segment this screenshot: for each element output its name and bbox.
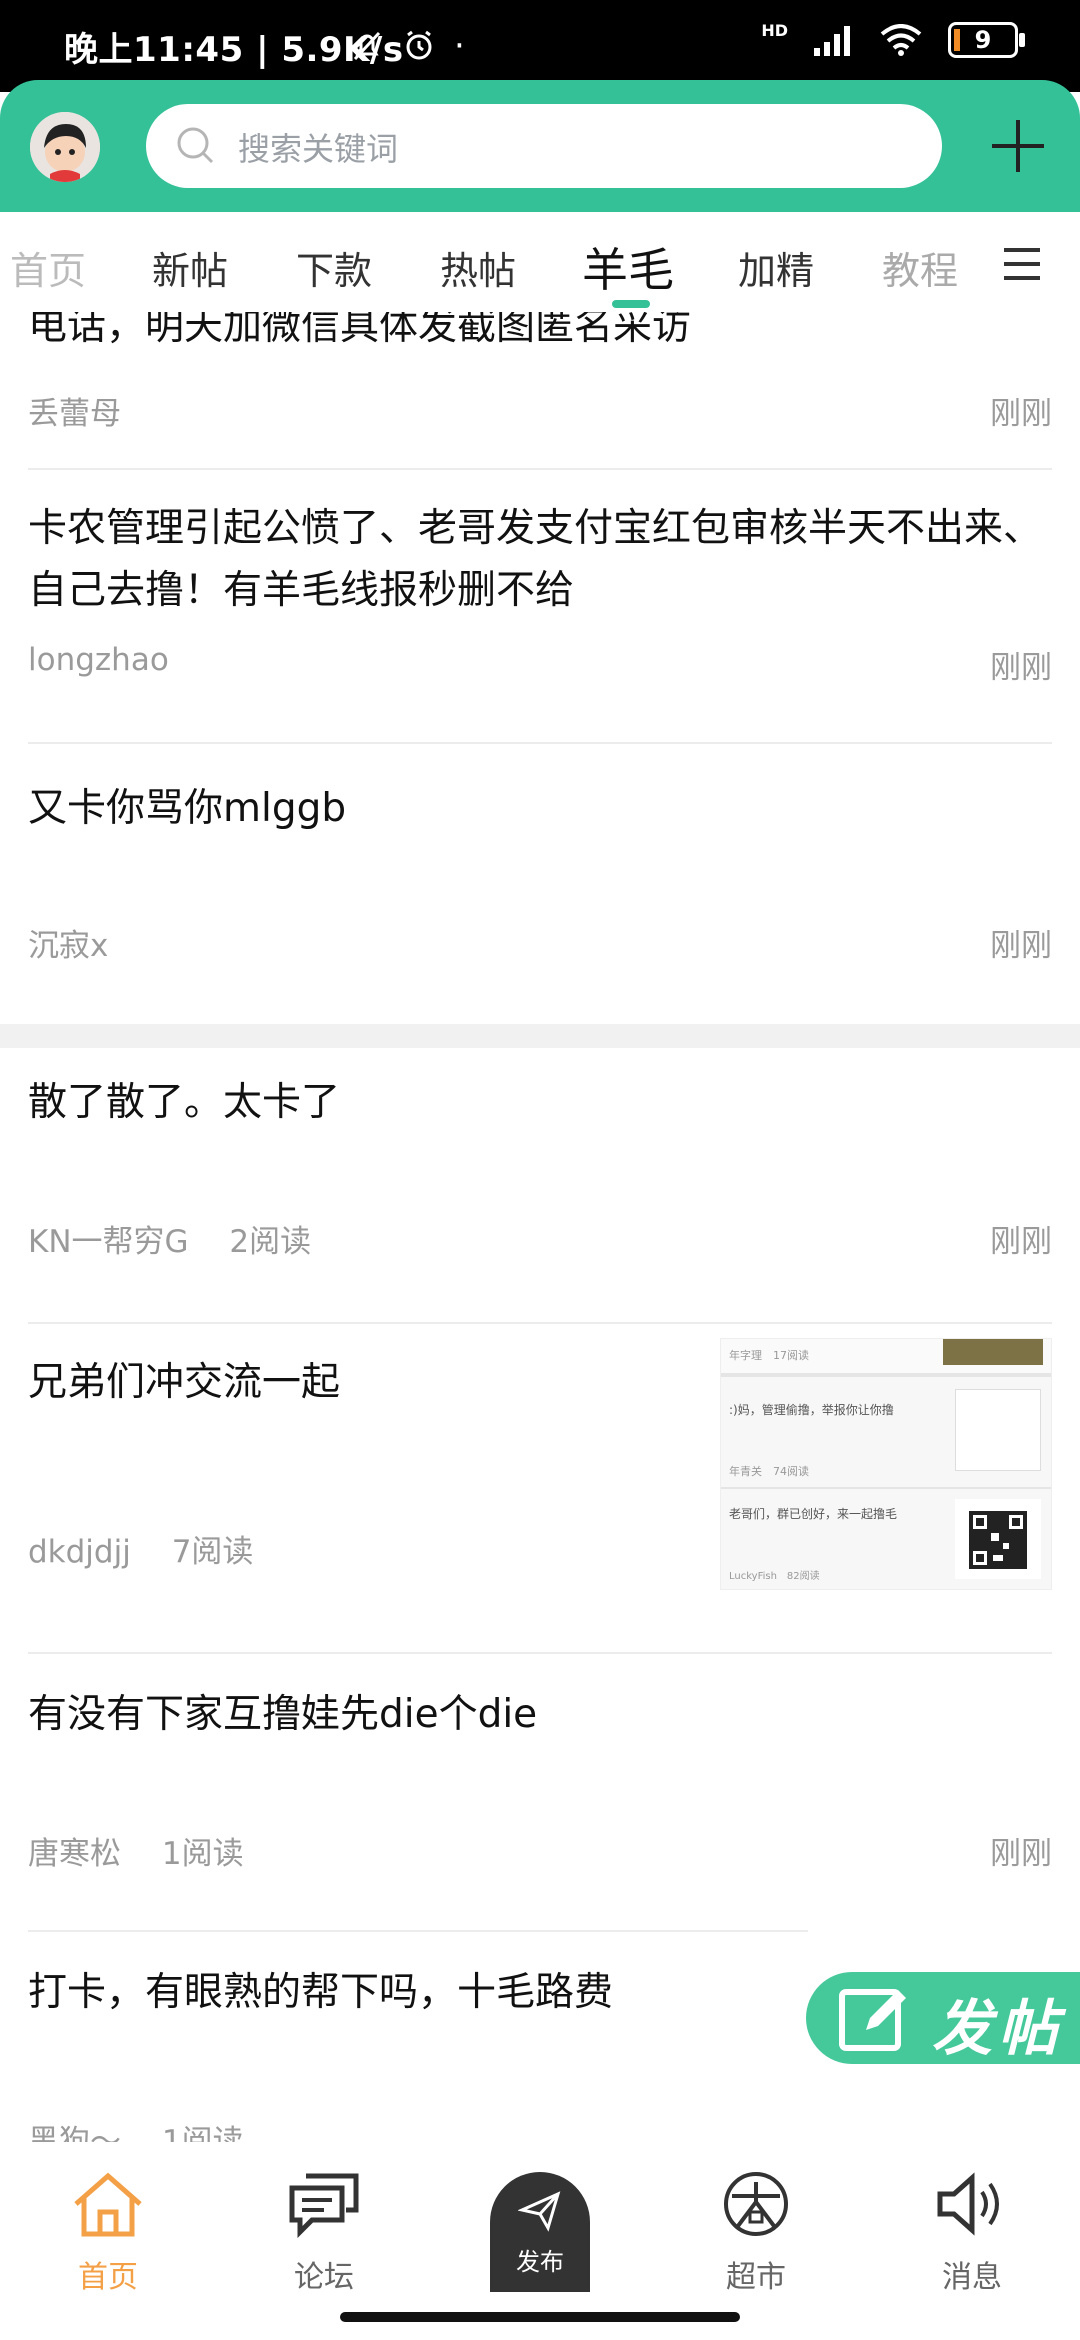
mute-bell-icon bbox=[353, 31, 381, 61]
thumb-meta-3: LuckyFish 82阅读 bbox=[729, 1571, 820, 1582]
post-reads: 2阅读 bbox=[229, 1224, 312, 1260]
alarm-icon bbox=[406, 30, 432, 60]
chat-icon bbox=[289, 2173, 359, 2239]
post-meta: 唐寒松 1阅读 bbox=[28, 1828, 244, 1873]
nav-home[interactable]: 首页 bbox=[48, 2170, 168, 2296]
post-author: 唐寒松 bbox=[28, 1836, 121, 1872]
list-item[interactable]: 散了散了。太卡了 KN一帮穷G 2阅读 刚刚 bbox=[0, 1048, 1080, 1324]
list-item[interactable]: 电话，明天加微信具体发截图匿名采访 丢蕾母 刚刚 bbox=[0, 312, 1080, 470]
signal-icon bbox=[814, 26, 850, 56]
tab-hot[interactable]: 热帖 bbox=[440, 240, 516, 295]
category-tabs: 首页 新帖 下款 热帖 羊毛 加精 教程 bbox=[0, 212, 1080, 312]
add-icon[interactable] bbox=[986, 114, 1050, 178]
new-post-label: 发帖 bbox=[932, 1994, 1064, 2064]
post-time: 刚刚 bbox=[990, 928, 1052, 964]
wifi-icon bbox=[880, 24, 922, 56]
section-gap bbox=[0, 1024, 1080, 1048]
battery-icon: 9 bbox=[948, 22, 1025, 58]
list-item[interactable]: 又卡你骂你mlggb 沉寂x 刚刚 bbox=[0, 746, 1080, 996]
send-icon bbox=[517, 2191, 561, 2232]
post-author: 黑狗～ bbox=[28, 2124, 121, 2142]
list-item[interactable]: 兄弟们冲交流一起 dkdjdjj 7阅读 年字理 17阅读 :)妈，管理偷撸，举… bbox=[0, 1324, 1080, 1654]
nav-home-label: 首页 bbox=[78, 2260, 138, 2295]
status-right: HD 9 bbox=[761, 20, 1025, 58]
nav-forum[interactable]: 论坛 bbox=[264, 2170, 384, 2296]
speaker-icon bbox=[937, 2172, 999, 2236]
post-author: longzhao bbox=[28, 642, 169, 678]
list-item[interactable]: 卡农管理引起公愤了、老哥发支付宝红包审核半天不出来、自己去撸！有羊毛线报秒删不给… bbox=[0, 470, 1080, 746]
nav-messages-label: 消息 bbox=[942, 2260, 1002, 2295]
post-time: 刚刚 bbox=[990, 650, 1052, 686]
new-post-button[interactable]: 发帖 bbox=[806, 1972, 1080, 2064]
search-input[interactable]: 搜索关键词 bbox=[146, 104, 942, 188]
tab-tutorials[interactable]: 教程 bbox=[882, 240, 958, 295]
menu-icon[interactable] bbox=[1000, 244, 1044, 284]
post-reads: 1阅读 bbox=[161, 2124, 244, 2142]
post-meta: 黑狗～ 1阅读 bbox=[28, 2116, 244, 2142]
post-thumbnail: 年字理 17阅读 :)妈，管理偷撸，举报你让你撸 年青关 74阅读 老哥们，群已… bbox=[720, 1338, 1052, 1590]
bottom-nav: 首页 论坛 发布 超市 消息 bbox=[0, 2142, 1080, 2340]
thumb-image-2 bbox=[955, 1389, 1041, 1471]
home-indicator[interactable] bbox=[340, 2312, 740, 2322]
dot-indicator: · bbox=[454, 26, 465, 66]
post-title: 散了散了。太卡了 bbox=[28, 1080, 341, 1125]
avatar[interactable] bbox=[30, 112, 100, 182]
home-icon bbox=[74, 2172, 142, 2237]
thumb-text-2: :)妈，管理偷撸，举报你让你撸 bbox=[729, 1403, 894, 1417]
search-placeholder: 搜索关键词 bbox=[238, 130, 399, 168]
post-time: 刚刚 bbox=[990, 1224, 1052, 1260]
post-feed: 电话，明天加微信具体发截图匿名采访 丢蕾母 刚刚 卡农管理引起公愤了、老哥发支付… bbox=[0, 312, 1080, 2142]
post-title: 又卡你骂你mlggb bbox=[28, 786, 347, 831]
market-icon bbox=[724, 2172, 788, 2236]
battery-level: 9 bbox=[974, 26, 992, 54]
network-type: HD bbox=[761, 20, 788, 40]
post-title: 有没有下家互撸娃先die个die bbox=[28, 1692, 538, 1737]
post-author: dkdjdjj bbox=[28, 1534, 131, 1570]
search-icon bbox=[177, 127, 214, 164]
nav-publish-label: 发布 bbox=[516, 2248, 564, 2276]
nav-publish[interactable]: 发布 bbox=[490, 2172, 590, 2292]
tab-deals[interactable]: 羊毛 bbox=[582, 234, 674, 300]
thumb-image-1 bbox=[943, 1339, 1043, 1365]
post-title: 电话，明天加微信具体发截图匿名采访 bbox=[28, 312, 692, 349]
tab-new[interactable]: 新帖 bbox=[152, 240, 228, 295]
active-tab-indicator bbox=[612, 300, 650, 308]
thumb-meta-1: 年字理 17阅读 bbox=[729, 1349, 809, 1362]
tab-home[interactable]: 首页 bbox=[10, 240, 86, 295]
list-item[interactable]: 有没有下家互撸娃先die个die 唐寒松 1阅读 刚刚 bbox=[0, 1654, 1080, 1932]
nav-market[interactable]: 超市 bbox=[696, 2170, 816, 2296]
post-time: 刚刚 bbox=[990, 396, 1052, 432]
avatar-image bbox=[30, 112, 100, 182]
nav-forum-label: 论坛 bbox=[294, 2260, 354, 2295]
tab-featured[interactable]: 加精 bbox=[738, 240, 814, 295]
post-time: 刚刚 bbox=[990, 1836, 1052, 1872]
post-title: 兄弟们冲交流一起 bbox=[28, 1360, 341, 1405]
app-header: 搜索关键词 bbox=[0, 80, 1080, 212]
thumb-text-3: 老哥们，群已创好，来一起撸毛 bbox=[729, 1507, 898, 1521]
post-reads: 7阅读 bbox=[171, 1534, 254, 1570]
qr-code-image bbox=[955, 1499, 1041, 1579]
thumb-meta-2: 年青关 74阅读 bbox=[729, 1465, 809, 1478]
edit-icon bbox=[839, 1989, 906, 2051]
status-time: 晚上11:45 bbox=[64, 30, 244, 70]
post-author: 丢蕾母 bbox=[28, 396, 121, 432]
status-icons: · bbox=[350, 26, 465, 66]
thumb-divider bbox=[721, 1487, 1051, 1489]
post-author: KN一帮穷G bbox=[28, 1224, 189, 1260]
post-reads: 1阅读 bbox=[161, 1836, 244, 1872]
post-author: 沉寂x bbox=[28, 928, 109, 964]
post-title: 卡农管理引起公愤了、老哥发支付宝红包审核半天不出来、自己去撸！有羊毛线报秒删不给 bbox=[28, 506, 1043, 613]
tab-loans[interactable]: 下款 bbox=[296, 240, 372, 295]
post-meta: KN一帮穷G 2阅读 bbox=[28, 1216, 311, 1261]
status-bar: 晚上11:45 | 5.9K/s · HD 9 bbox=[0, 0, 1080, 92]
nav-messages[interactable]: 消息 bbox=[912, 2170, 1032, 2296]
thumb-row-1: 年字理 17阅读 bbox=[721, 1339, 1051, 1377]
nav-market-label: 超市 bbox=[726, 2260, 786, 2295]
post-meta: dkdjdjj 7阅读 bbox=[28, 1526, 253, 1571]
divider bbox=[28, 742, 1052, 744]
